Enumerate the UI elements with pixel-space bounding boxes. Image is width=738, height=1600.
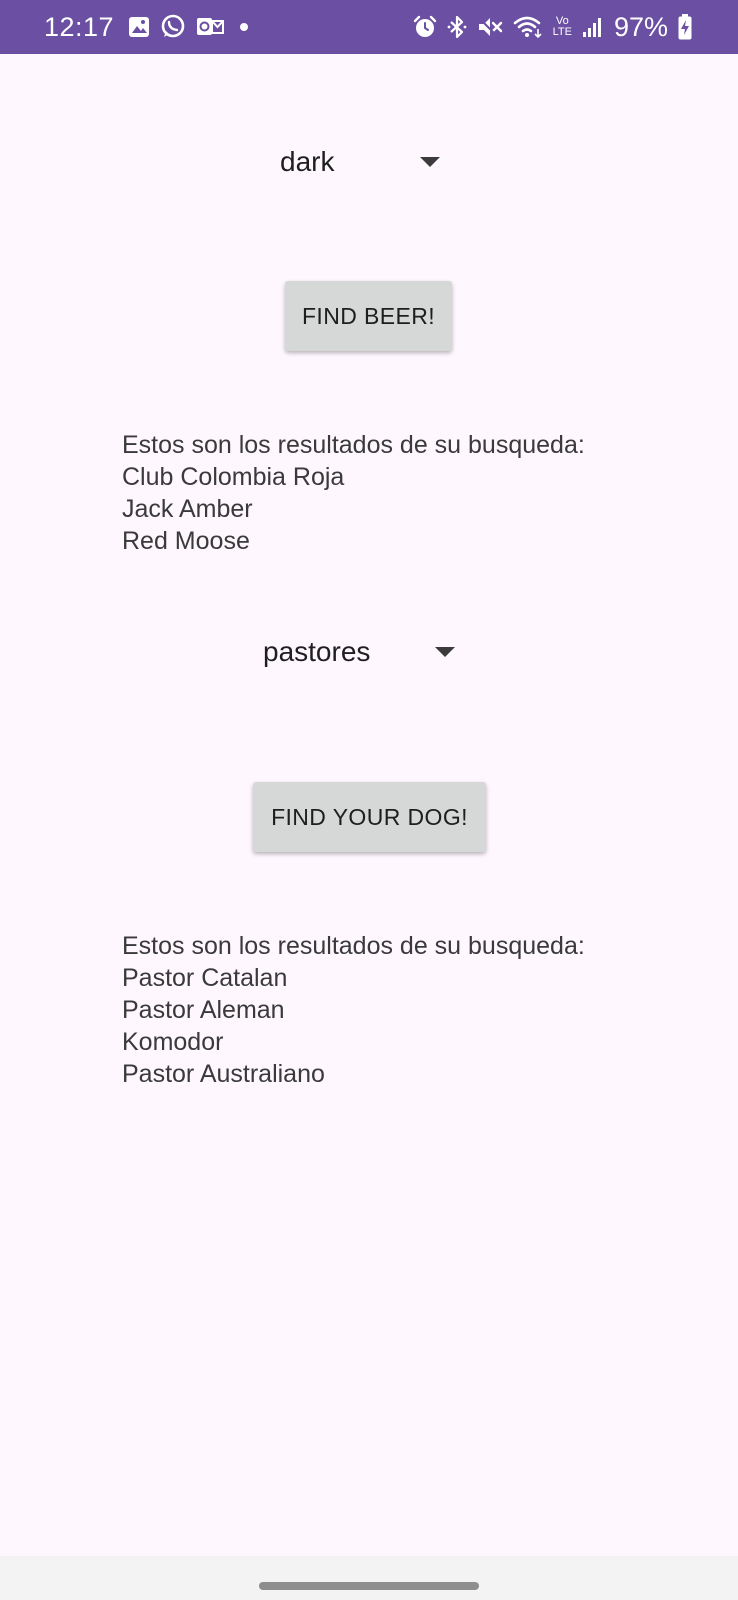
find-beer-button[interactable]: FIND BEER!: [285, 281, 452, 351]
outlook-icon: [196, 13, 225, 41]
beer-results: Estos son los resultados de su busqueda:…: [122, 429, 682, 557]
beer-color-spinner-value: dark: [280, 146, 335, 177]
status-time: 12:17: [44, 11, 115, 42]
signal-icon: [582, 13, 602, 41]
wifi-icon: [513, 13, 543, 41]
dog-result-item: Komodor: [122, 1028, 224, 1056]
dog-results: Estos son los resultados de su busqueda:…: [122, 930, 682, 1090]
status-bar-left: 12:17: [44, 11, 249, 43]
dropdown-arrow-icon: [420, 157, 440, 167]
beer-result-item: Club Colombia Roja: [122, 463, 345, 491]
dog-result-item: Pastor Australiano: [122, 1060, 325, 1088]
dog-breed-spinner-value: pastores: [263, 636, 371, 667]
alarm-icon: [413, 13, 437, 41]
beer-result-item: Red Moose: [122, 527, 250, 555]
beer-results-header: Estos son los resultados de su busqueda:: [122, 431, 585, 459]
whatsapp-icon: [160, 13, 186, 41]
dropdown-arrow-icon: [435, 647, 455, 657]
mute-icon: [476, 13, 503, 41]
dog-results-header: Estos son los resultados de su busqueda:: [122, 932, 585, 960]
find-your-dog-button[interactable]: FIND YOUR DOG!: [253, 782, 486, 852]
notification-dot: [240, 23, 249, 31]
dog-breed-spinner[interactable]: pastores: [263, 622, 455, 682]
dog-result-item: Pastor Aleman: [122, 996, 285, 1024]
bluetooth-icon: [447, 13, 467, 41]
volte-icon: Vo LTE: [553, 13, 572, 41]
beer-result-item: Jack Amber: [122, 495, 253, 523]
battery-charging-icon: [678, 13, 692, 41]
beer-color-spinner[interactable]: dark: [280, 132, 440, 192]
gallery-icon: [128, 13, 150, 41]
navigation-bar: [0, 1556, 738, 1600]
home-gesture-handle[interactable]: [259, 1582, 479, 1590]
status-bar: 12:17 Vo LTE 97%: [0, 0, 738, 54]
battery-percent: 97%: [613, 11, 668, 42]
status-bar-right: Vo LTE 97%: [413, 12, 692, 43]
volte-label-bottom: LTE: [552, 26, 572, 38]
dog-result-item: Pastor Catalan: [122, 964, 288, 992]
